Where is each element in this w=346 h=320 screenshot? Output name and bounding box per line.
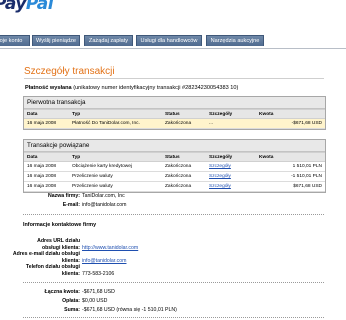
sum-value: -$671,68 USD (równa się -1 510,01 PLN) <box>82 307 177 313</box>
table-row: 16 maja 2008 Przeliczenie waluty Zakończ… <box>24 181 325 192</box>
row-date: 16 maja 2008 <box>24 118 69 129</box>
row-amount: 1 510,01 PLN <box>256 161 325 172</box>
company-name-label: Nazwa firmy: <box>48 193 80 199</box>
total-amount-value: -$671,68 USD <box>82 289 115 295</box>
row-type: Przeliczenie waluty <box>69 181 162 192</box>
page-title: Szczegóły transakcji <box>24 66 115 77</box>
company-name-value: TaniDolar.com, Inc <box>82 193 125 199</box>
tab-send-money[interactable]: Wyślij pieniądze <box>32 35 80 46</box>
transaction-id-text: (unikatowy numer identyfikacyjny transak… <box>73 85 239 91</box>
col-header-amount: Kwota <box>256 152 325 162</box>
paypal-logo: PayPal <box>0 0 54 14</box>
tab-request-money[interactable]: Zażądaj zapłaty <box>84 35 133 46</box>
row-amount: -$671,68 USD <box>256 118 325 129</box>
contact-section-title: Informacje kontaktowe firmy <box>23 222 97 228</box>
tab-my-account[interactable]: oje konto <box>0 35 30 46</box>
table-row: 16 maja 2008 Obciążenie karty kredytowej… <box>24 161 325 172</box>
related-transactions-table: Data Typ Status Szczegóły Kwota 16 maja … <box>24 152 325 192</box>
col-header-status: Status <box>162 109 206 119</box>
support-phone-value: 773-583-2106 <box>82 271 115 277</box>
support-email-label: Adres e-mail działu obsługi klienta: <box>12 251 80 264</box>
support-url-link[interactable]: http://www.tanidolar.com <box>82 245 138 251</box>
table-row: 16 maja 2008 Przeliczenie waluty Zakończ… <box>24 171 325 182</box>
company-email-value: info@tanidolar.com <box>82 202 127 208</box>
row-status: Zakończona <box>162 171 206 182</box>
original-transaction-title: Pierwotna transakcja <box>24 97 325 109</box>
row-amount: $671,68 USD <box>256 181 325 192</box>
support-url-label: Adres URL działu obsługi klienta: <box>37 238 80 251</box>
support-phone-label: Telefon działu obsługi klienta: <box>25 264 80 277</box>
col-header-details: Szczegóły <box>206 109 256 119</box>
row-status: Zakończona <box>162 161 206 172</box>
company-email-label: E-mail: <box>62 202 80 208</box>
table-row: 16 maja 2008 Płatność Do TaniDolar.com, … <box>24 118 325 129</box>
col-header-type: Typ <box>69 152 162 162</box>
support-email-link[interactable]: info@tanidolar.com <box>82 258 126 264</box>
transaction-id-line: Płatność wysłana (unikatowy numer identy… <box>25 85 238 91</box>
related-transactions-title: Transakcje powiązane <box>24 140 325 152</box>
col-header-status: Status <box>162 152 206 162</box>
sum-label: Suma: <box>64 307 80 313</box>
title-divider <box>24 78 324 79</box>
related-transactions-panel: Transakcje powiązane Data Typ Status Szc… <box>23 139 326 193</box>
tab-auction-tools[interactable]: Narzędzia aukcyjne <box>206 35 264 46</box>
original-transaction-panel: Pierwotna transakcja Data Typ Status Szc… <box>23 96 326 130</box>
col-header-details: Szczegóły <box>206 152 256 162</box>
section-divider <box>23 317 324 318</box>
total-amount-label: Łączna kwota: <box>44 289 80 295</box>
original-transaction-table: Data Typ Status Szczegóły Kwota 16 maja … <box>24 109 325 129</box>
row-type: Płatność Do TaniDolar.com, Inc. <box>69 118 162 129</box>
fee-label: Opłata: <box>62 298 80 304</box>
row-details: ... <box>206 118 256 129</box>
row-status: Zakończona <box>162 181 206 192</box>
details-link[interactable]: Szczegóły <box>209 184 231 189</box>
transaction-status-label: Płatność wysłana <box>25 85 72 91</box>
col-header-amount: Kwota <box>256 109 325 119</box>
main-tabs: oje konto Wyślij pieniądze Zażądaj zapła… <box>0 21 346 49</box>
row-amount: -1 510,01 PLN <box>256 171 325 182</box>
section-divider <box>23 282 324 283</box>
row-type: Przeliczenie waluty <box>69 171 162 182</box>
col-header-date: Data <box>24 109 69 119</box>
row-date: 16 maja 2008 <box>24 161 69 172</box>
tab-merchant-services[interactable]: Usługi dla handlowców <box>136 35 202 46</box>
row-date: 16 maja 2008 <box>24 171 69 182</box>
col-header-date: Data <box>24 152 69 162</box>
fee-value: $0,00 USD <box>82 298 108 304</box>
row-type: Obciążenie karty kredytowej <box>69 161 162 172</box>
col-header-type: Typ <box>69 109 162 119</box>
row-status: Zakończona <box>162 118 206 129</box>
section-divider <box>23 214 324 215</box>
row-date: 16 maja 2008 <box>24 181 69 192</box>
details-link[interactable]: Szczegóły <box>209 164 231 169</box>
details-link[interactable]: Szczegóły <box>209 174 231 179</box>
